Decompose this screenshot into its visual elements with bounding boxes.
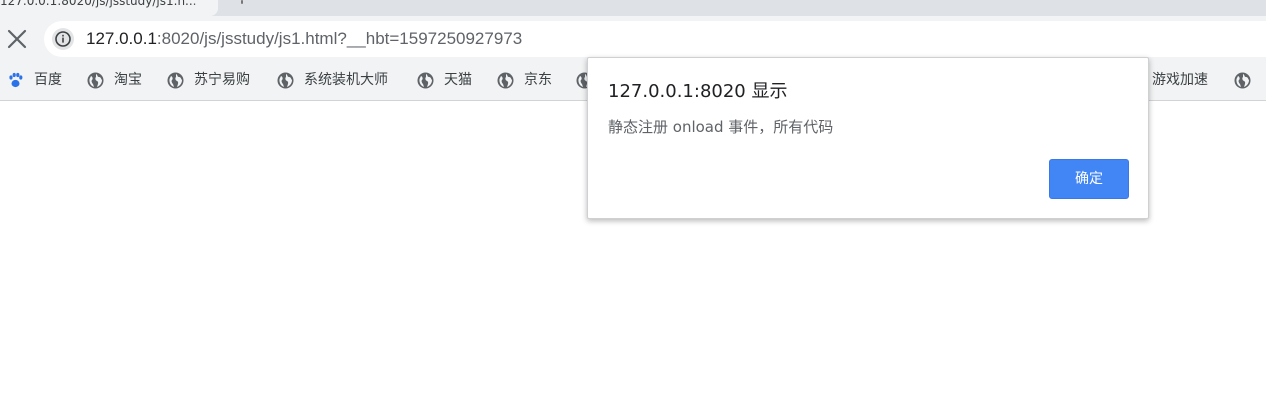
bookmark-label: 百度 [34, 72, 62, 88]
bookmark-label: 苏宁易购 [194, 72, 250, 88]
globe-icon [87, 72, 104, 88]
bookmark-suning[interactable]: 苏宁易购 [167, 70, 250, 90]
globe-icon [417, 72, 434, 88]
tab-title: 127.0.0.1:8020/js/jsstudy/js1.h... [0, 0, 197, 8]
bookmark-baidu[interactable]: 百度 [7, 70, 62, 90]
globe-icon [167, 72, 184, 88]
dialog-message: 静态注册 onload 事件，所有代码 [608, 118, 834, 136]
baidu-paw-icon [9, 72, 23, 87]
site-info-button[interactable] [52, 28, 74, 50]
bookmark-jd[interactable]: 京东 [497, 70, 552, 90]
bookmark-tmall[interactable]: 天猫 [417, 70, 472, 90]
globe-icon [277, 72, 294, 88]
tab-separator [241, 0, 243, 4]
bookmark-taobao[interactable]: 淘宝 [87, 70, 142, 90]
bookmark-label: 淘宝 [114, 72, 142, 88]
bookmark-label: 系统装机大师 [304, 72, 388, 88]
bookmark-xitong[interactable]: 系统装机大师 [277, 70, 388, 90]
tab-strip: 127.0.0.1:8020/js/jsstudy/js1.h... [0, 0, 1266, 16]
globe-icon [497, 72, 514, 88]
bookmark-label: 游戏加速 [1152, 72, 1208, 88]
info-icon [55, 31, 71, 47]
ok-button[interactable]: 确定 [1049, 159, 1129, 199]
url-text[interactable]: 127.0.0.1:8020/js/jsstudy/js1.html?__hbt… [86, 29, 522, 49]
stop-loading-button[interactable] [0, 22, 34, 56]
browser-toolbar: 127.0.0.1:8020/js/jsstudy/js1.html?__hbt… [0, 16, 1266, 62]
url-host: 127.0.0.1 [86, 29, 157, 48]
active-tab[interactable]: 127.0.0.1:8020/js/jsstudy/js1.h... [0, 0, 218, 16]
globe-icon [1234, 72, 1251, 88]
close-icon [7, 29, 27, 49]
tab-title-fade [190, 0, 218, 16]
bookmark-label: 天猫 [444, 72, 472, 88]
bookmark-game-accel[interactable]: 游戏加速 [1152, 70, 1208, 90]
alert-dialog: 127.0.0.1:8020 显示 静态注册 onload 事件，所有代码 确定 [587, 57, 1149, 219]
dialog-title: 127.0.0.1:8020 显示 [608, 81, 788, 102]
url-path: :8020/js/jsstudy/js1.html?__hbt=15972509… [156, 29, 523, 48]
bookmark-overflow[interactable] [1234, 70, 1261, 90]
bookmark-label: 京东 [524, 72, 552, 88]
